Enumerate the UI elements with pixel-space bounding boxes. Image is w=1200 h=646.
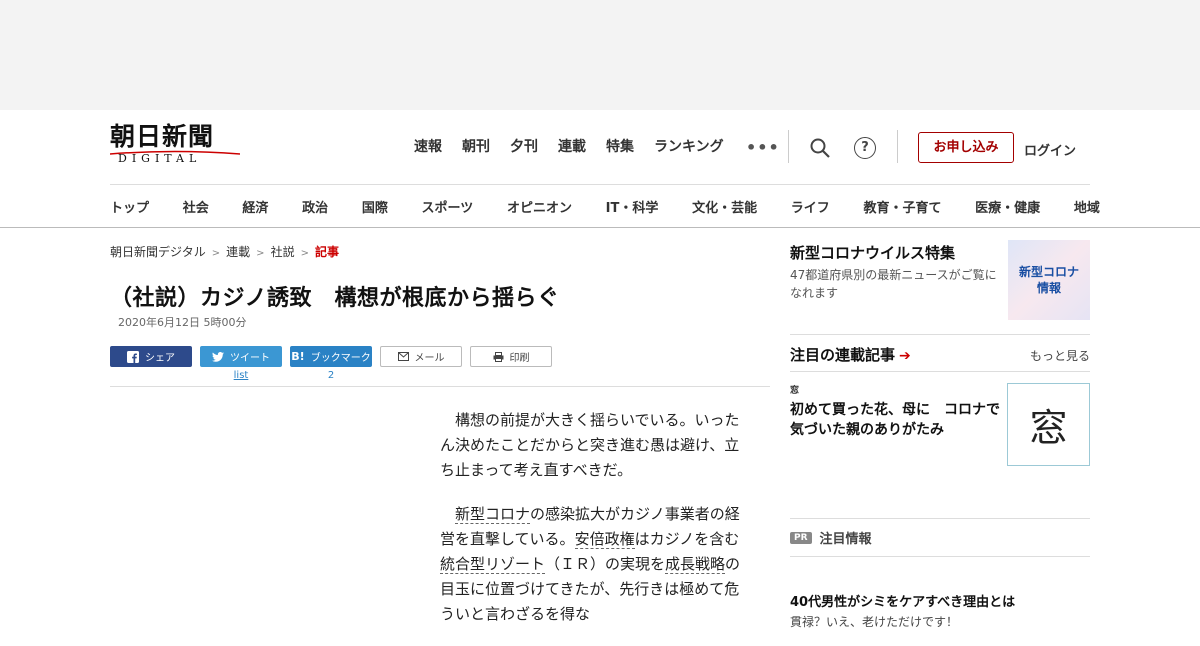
twitter-share-label: ツイート bbox=[230, 353, 270, 364]
series-thumbnail[interactable]: 窓 bbox=[1007, 383, 1090, 466]
mail-share-label: メール bbox=[414, 353, 445, 364]
breadcrumb-shasetsu[interactable]: 社説 bbox=[271, 245, 295, 259]
corona-thumb-line: 新型コロナ bbox=[1018, 265, 1079, 279]
featured-series-title[interactable]: 注目の連載記事 ➔ bbox=[790, 344, 911, 365]
hatena-bookmark-label: ブックマーク bbox=[310, 353, 371, 364]
series-thumb-char: 窓 bbox=[1029, 406, 1068, 450]
category-nav: トップ 社会 経済 政治 国際 スポーツ オピニオン IT・科学 文化・芸能 ラ… bbox=[110, 197, 1100, 216]
corona-feature-thumbnail[interactable]: 新型コロナ 情報 bbox=[1008, 240, 1090, 320]
category-education[interactable]: 教育・子育て bbox=[863, 197, 941, 216]
sponsored-subtext[interactable]: 貫禄？いえ、老けただけです！ bbox=[790, 613, 958, 630]
more-menu-icon[interactable]: ••• bbox=[746, 138, 780, 157]
category-international[interactable]: 国際 bbox=[362, 197, 388, 216]
hatena-count[interactable]: 2 bbox=[290, 370, 372, 381]
breadcrumb-separator: > bbox=[211, 248, 221, 259]
series-name: 窓 bbox=[790, 386, 800, 396]
facebook-share-button[interactable]: シェア bbox=[110, 346, 192, 367]
paragraph-text: （ＩＲ）の実現を bbox=[545, 555, 666, 573]
sidebar-divider bbox=[790, 556, 1090, 557]
category-society[interactable]: 社会 bbox=[183, 197, 209, 216]
keyword-link[interactable]: 安倍政権 bbox=[574, 530, 635, 549]
article-date: 2020年6月12日 5時00分 bbox=[118, 316, 247, 329]
category-life[interactable]: ライフ bbox=[791, 197, 830, 216]
top-ad-banner bbox=[0, 0, 1200, 110]
asahi-digital-logo[interactable]: 朝日新聞 DIGITAL bbox=[110, 124, 245, 168]
pr-badge: PR bbox=[790, 531, 812, 544]
category-culture[interactable]: 文化・芸能 bbox=[692, 197, 757, 216]
sidebar-divider bbox=[790, 371, 1090, 372]
category-economy[interactable]: 経済 bbox=[242, 197, 268, 216]
facebook-icon bbox=[127, 350, 139, 363]
topnav-item-tokushu[interactable]: 特集 bbox=[606, 138, 634, 156]
top-nav: 速報 朝刊 夕刊 連載 特集 ランキング bbox=[414, 138, 744, 156]
article-divider bbox=[110, 386, 770, 387]
help-icon[interactable]: ? bbox=[854, 137, 876, 159]
paragraph-text: はカジノを含む bbox=[634, 530, 740, 548]
article-paragraph: 構想の前提が大きく揺らいでいる。いったん決めたことだからと突き進む愚は避け、立ち… bbox=[440, 411, 740, 479]
category-region[interactable]: 地域 bbox=[1074, 197, 1100, 216]
category-opinion[interactable]: オピニオン bbox=[507, 197, 572, 216]
printer-icon bbox=[493, 351, 503, 362]
article-title: （社説）カジノ誘致 構想が根底から揺らぐ bbox=[110, 286, 560, 311]
keyword-link[interactable]: 新型コロナ bbox=[455, 505, 531, 524]
pr-section-header: PR 注目情報 bbox=[790, 528, 872, 547]
category-it-science[interactable]: IT・科学 bbox=[606, 197, 659, 216]
login-link[interactable]: ログイン bbox=[1024, 140, 1076, 159]
breadcrumb-separator: > bbox=[256, 248, 265, 259]
corona-feature-desc: 47都道府県別の最新ニュースがご覧になれます bbox=[790, 268, 997, 300]
category-sports[interactable]: スポーツ bbox=[422, 197, 474, 216]
logo-kanji: 朝日新聞 bbox=[110, 122, 215, 151]
logo-digital: DIGITAL bbox=[118, 152, 202, 165]
keyword-link[interactable]: 統合型リゾート bbox=[440, 555, 546, 574]
breadcrumb-rensai[interactable]: 連載 bbox=[226, 245, 250, 259]
featured-series-label: 注目の連載記事 bbox=[790, 346, 896, 364]
print-button[interactable]: 印刷 bbox=[470, 346, 552, 367]
series-headline[interactable]: 初めて買った花、母に コロナで気づいた親のありがたみ bbox=[790, 400, 1002, 440]
twitter-share-button[interactable]: ツイート list bbox=[200, 346, 282, 381]
topnav-item-yukan[interactable]: 夕刊 bbox=[510, 138, 538, 156]
site-header: 朝日新聞 DIGITAL 速報 朝刊 夕刊 連載 特集 ランキング ••• ? … bbox=[0, 110, 1200, 228]
sponsored-headline[interactable]: 40代男性がシミをケアすべき理由とは bbox=[790, 591, 1015, 610]
facebook-share-label: シェア bbox=[145, 353, 175, 364]
category-top[interactable]: トップ bbox=[110, 197, 149, 216]
keyword-link[interactable]: 成長戦略 bbox=[665, 555, 726, 574]
breadcrumb-separator: > bbox=[300, 248, 309, 259]
sidebar-divider bbox=[790, 518, 1090, 519]
article-paragraph: 新型コロナの感染拡大がカジノ事業者の経営を直撃している。安倍政権はカジノを含む統… bbox=[440, 502, 750, 627]
share-buttons: シェア ツイート list B! ブックマーク 2 メール 印刷 bbox=[110, 346, 552, 381]
header-rule bbox=[110, 184, 1090, 185]
corona-feature-title[interactable]: 新型コロナウイルス特集 bbox=[790, 242, 955, 263]
mail-share-button[interactable]: メール bbox=[380, 346, 462, 367]
sidebar-divider bbox=[790, 334, 1090, 335]
more-link[interactable]: もっと見る bbox=[1030, 347, 1090, 364]
breadcrumb-home[interactable]: 朝日新聞デジタル bbox=[110, 245, 206, 259]
breadcrumb: 朝日新聞デジタル > 連載 > 社説 > 記事 bbox=[110, 243, 339, 260]
corona-thumb-line: 情報 bbox=[1036, 281, 1061, 295]
header-divider bbox=[788, 130, 789, 163]
hatena-icon: B! bbox=[291, 350, 305, 363]
mail-icon bbox=[397, 352, 409, 361]
category-health[interactable]: 医療・健康 bbox=[975, 197, 1040, 216]
topnav-item-ranking[interactable]: ランキング bbox=[654, 138, 724, 156]
breadcrumb-current: 記事 bbox=[314, 245, 339, 259]
header-divider bbox=[897, 130, 898, 163]
topnav-item-chokan[interactable]: 朝刊 bbox=[462, 138, 490, 156]
topnav-item-rensai[interactable]: 連載 bbox=[558, 138, 586, 156]
arrow-right-icon: ➔ bbox=[899, 348, 911, 364]
print-label: 印刷 bbox=[509, 353, 530, 364]
topnav-item-sokuho[interactable]: 速報 bbox=[414, 138, 442, 156]
hatena-bookmark-button[interactable]: B! ブックマーク 2 bbox=[290, 346, 372, 381]
twitter-count[interactable]: list bbox=[200, 370, 282, 381]
category-politics[interactable]: 政治 bbox=[302, 197, 328, 216]
twitter-bird-icon bbox=[212, 351, 224, 362]
subscribe-button[interactable]: お申し込み bbox=[918, 132, 1014, 163]
pr-label: 注目情報 bbox=[819, 532, 872, 547]
article-body: 構想の前提が大きく揺らいでいる。いったん決めたことだからと突き進む愚は避け、立ち… bbox=[440, 408, 750, 646]
search-icon[interactable] bbox=[809, 137, 831, 159]
